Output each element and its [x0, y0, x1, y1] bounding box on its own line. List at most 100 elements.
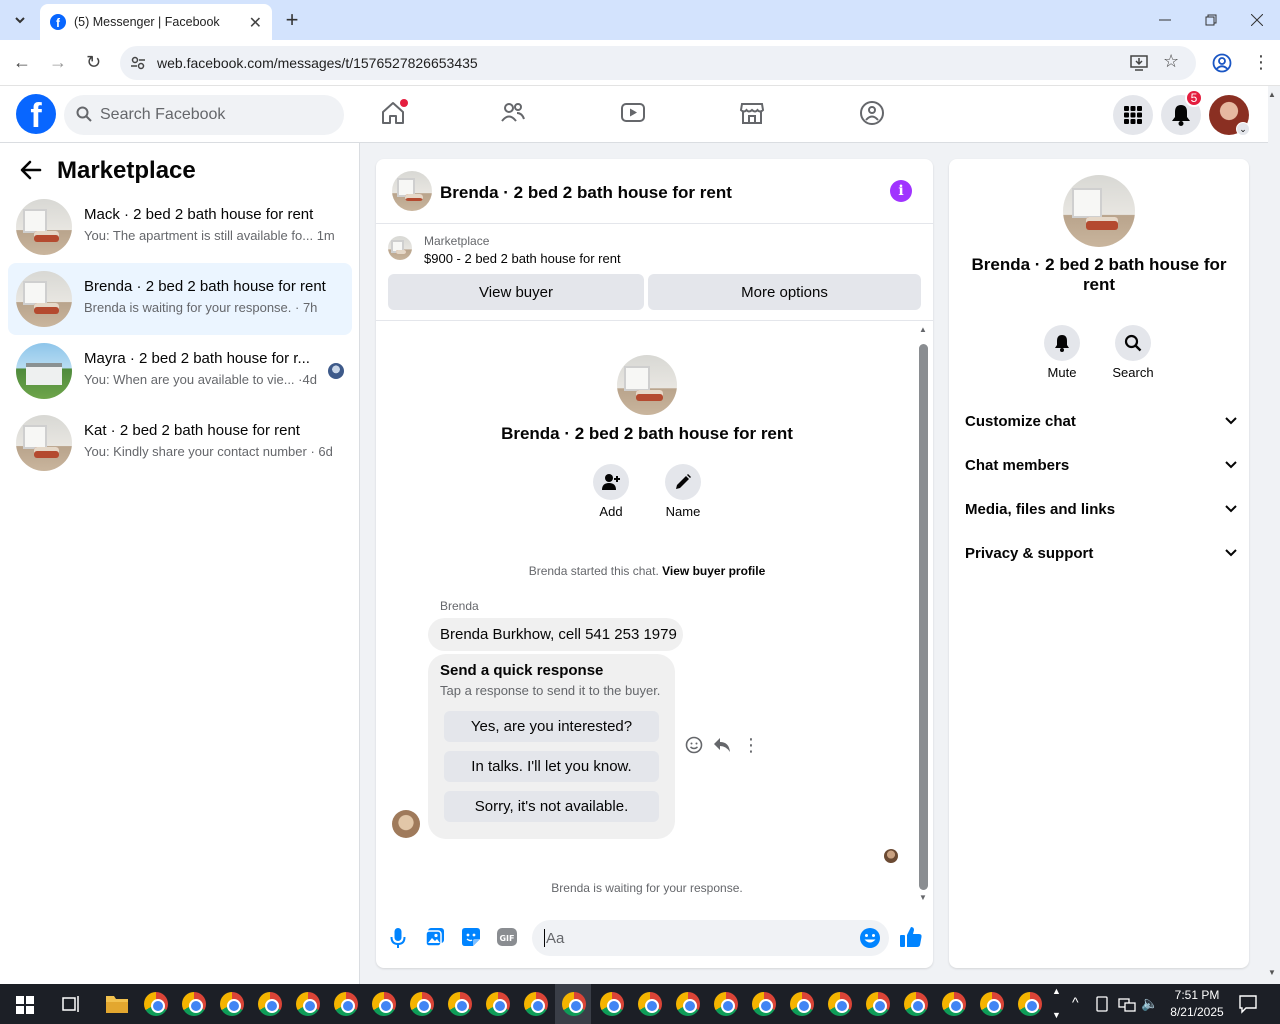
chrome-taskbar-icon[interactable] — [752, 992, 776, 1016]
windows-start-icon[interactable] — [16, 996, 34, 1019]
view-buyer-button[interactable]: View buyer — [388, 274, 644, 310]
chrome-taskbar-icon[interactable] — [258, 992, 282, 1016]
chrome-taskbar-icon[interactable] — [676, 992, 700, 1016]
menu-grid-button[interactable] — [1113, 95, 1153, 135]
chrome-taskbar-icon[interactable] — [980, 992, 1004, 1016]
chrome-taskbar-icon[interactable] — [828, 992, 852, 1016]
task-view-icon[interactable] — [62, 995, 82, 1018]
conversation-item-active[interactable]: Brenda · 2 bed 2 bath house for rent Bre… — [8, 263, 352, 335]
message-input[interactable]: Aa — [532, 920, 889, 956]
edit-name-button[interactable] — [665, 464, 701, 500]
forward-arrow-icon[interactable]: → — [49, 52, 67, 73]
tab-close-icon[interactable]: ✕ — [249, 13, 262, 33]
quick-response-option[interactable]: Sorry, it's not available. — [444, 791, 659, 822]
message-bubble[interactable]: Brenda Burkhow, cell 541 253 1979 — [428, 618, 683, 651]
volume-icon[interactable]: 🔈 — [1141, 995, 1158, 1012]
tray-expand-icon[interactable]: ^ — [1072, 994, 1079, 1010]
facebook-search-input[interactable]: Search Facebook — [64, 95, 344, 135]
privacy-support-section[interactable]: Privacy & support — [965, 539, 1237, 567]
groups-icon[interactable] — [859, 100, 889, 130]
restore-icon[interactable] — [1199, 8, 1223, 32]
sender-avatar[interactable] — [392, 810, 420, 838]
chrome-taskbar-icon[interactable] — [220, 992, 244, 1016]
microphone-icon[interactable] — [390, 927, 406, 954]
conversation-item[interactable]: Mayra · 2 bed 2 bath house for r... You:… — [8, 335, 352, 407]
new-tab-icon[interactable]: + — [280, 7, 304, 32]
listing-title[interactable]: $900 - 2 bed 2 bath house for rent — [424, 251, 621, 266]
chrome-taskbar-icon[interactable] — [182, 992, 206, 1016]
minimize-icon[interactable] — [1153, 8, 1177, 32]
install-app-icon[interactable] — [1130, 54, 1148, 75]
conversation-item[interactable]: Kat · 2 bed 2 bath house for rent You: K… — [8, 407, 352, 479]
taskbar-scroll-up-icon[interactable]: ▲ — [1052, 986, 1061, 996]
quick-response-option[interactable]: In talks. I'll let you know. — [444, 751, 659, 782]
back-icon[interactable] — [20, 160, 42, 185]
network-icon[interactable] — [1118, 996, 1136, 1017]
system-clock[interactable]: 7:51 PM 8/21/2025 — [1162, 987, 1232, 1021]
scroll-up-icon[interactable]: ▲ — [919, 325, 927, 334]
browser-tab[interactable]: f (5) Messenger | Facebook ✕ — [40, 4, 272, 40]
more-options-button[interactable]: More options — [648, 274, 921, 310]
reload-icon[interactable]: ↻ — [86, 52, 101, 73]
scrollbar[interactable] — [919, 344, 928, 890]
add-people-button[interactable] — [593, 464, 629, 500]
video-icon[interactable] — [620, 100, 650, 130]
chrome-taskbar-icon[interactable] — [334, 992, 358, 1016]
page-scroll-up-icon[interactable]: ▲ — [1268, 90, 1276, 99]
home-icon[interactable] — [380, 99, 410, 130]
sticker-icon[interactable] — [461, 927, 481, 952]
notifications-button[interactable]: 5 — [1161, 89, 1203, 135]
chrome-taskbar-icon[interactable] — [448, 992, 472, 1016]
photo-icon[interactable] — [425, 927, 445, 952]
chrome-taskbar-icon[interactable] — [486, 992, 510, 1016]
chrome-taskbar-icon[interactable] — [144, 992, 168, 1016]
notification-center-icon[interactable] — [1238, 994, 1258, 1019]
account-chevron-icon[interactable]: ⌄ — [1236, 122, 1250, 136]
info-icon[interactable]: i — [890, 180, 912, 202]
reply-icon[interactable] — [713, 737, 731, 758]
back-arrow-icon[interactable]: ← — [13, 52, 31, 73]
chrome-taskbar-icon[interactable] — [638, 992, 662, 1016]
like-icon[interactable] — [899, 925, 923, 954]
marketplace-icon[interactable] — [739, 100, 769, 130]
emoji-icon[interactable] — [859, 927, 881, 953]
chrome-taskbar-icon[interactable] — [866, 992, 890, 1016]
chrome-taskbar-icon[interactable] — [600, 992, 624, 1016]
tab-search-icon[interactable] — [8, 8, 32, 32]
facebook-logo-icon[interactable]: f — [16, 94, 56, 134]
device-icon[interactable] — [1095, 996, 1109, 1017]
chrome-taskbar-icon[interactable] — [714, 992, 738, 1016]
chat-members-section[interactable]: Chat members — [965, 451, 1237, 479]
chrome-taskbar-icon[interactable] — [904, 992, 928, 1016]
chrome-taskbar-icon[interactable] — [1018, 992, 1042, 1016]
url-field[interactable]: web.facebook.com/messages/t/157652782665… — [120, 46, 1196, 80]
quick-response-option[interactable]: Yes, are you interested? — [444, 711, 659, 742]
taskbar-scroll-down-icon[interactable]: ▼ — [1052, 1010, 1061, 1020]
chrome-taskbar-icon[interactable] — [524, 992, 548, 1016]
chat-title[interactable]: Brenda · 2 bed 2 bath house for rent — [440, 183, 732, 203]
view-buyer-profile-link[interactable]: View buyer profile — [662, 564, 765, 578]
bookmark-star-icon[interactable]: ☆ — [1163, 51, 1179, 72]
browser-menu-icon[interactable]: ⋮ — [1252, 52, 1270, 73]
page-scroll-down-icon[interactable]: ▼ — [1268, 968, 1276, 977]
mute-button[interactable] — [1044, 325, 1080, 361]
chrome-taskbar-icon[interactable] — [410, 992, 434, 1016]
site-settings-icon[interactable] — [130, 55, 146, 74]
chat-avatar[interactable] — [392, 171, 432, 211]
file-explorer-icon[interactable] — [105, 993, 129, 1020]
chrome-taskbar-icon[interactable] — [372, 992, 396, 1016]
react-emoji-icon[interactable] — [685, 736, 703, 759]
media-files-links-section[interactable]: Media, files and links — [965, 495, 1237, 523]
chrome-taskbar-icon[interactable] — [790, 992, 814, 1016]
friends-icon[interactable] — [500, 100, 530, 130]
search-conversation-button[interactable] — [1115, 325, 1151, 361]
conversation-item[interactable]: Mack · 2 bed 2 bath house for rent You: … — [8, 191, 352, 263]
customize-chat-section[interactable]: Customize chat — [965, 407, 1237, 435]
chrome-taskbar-icon-active[interactable] — [562, 992, 586, 1016]
close-window-icon[interactable] — [1245, 8, 1269, 32]
profile-icon[interactable] — [1212, 53, 1232, 78]
chrome-taskbar-icon[interactable] — [942, 992, 966, 1016]
more-actions-icon[interactable]: ⋮ — [742, 735, 760, 756]
chrome-taskbar-icon[interactable] — [296, 992, 320, 1016]
gif-icon[interactable]: GIF — [497, 927, 517, 952]
